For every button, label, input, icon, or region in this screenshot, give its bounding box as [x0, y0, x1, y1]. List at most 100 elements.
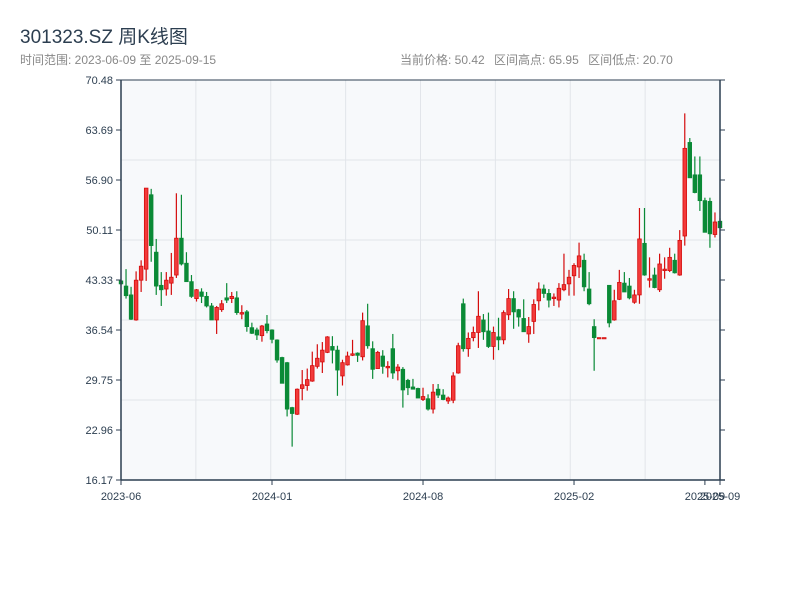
- candle-down: [410, 386, 416, 390]
- candle-down: [159, 284, 164, 291]
- candle-up: [143, 187, 149, 270]
- candle-down: [264, 323, 270, 332]
- candle-down: [234, 297, 239, 313]
- candle-down: [284, 362, 290, 410]
- candle-up: [596, 337, 602, 340]
- candle-down: [581, 259, 587, 288]
- candle-up: [612, 300, 617, 321]
- candle-up: [305, 379, 310, 386]
- candle-down: [440, 394, 446, 400]
- candle-down: [672, 259, 677, 274]
- candle-down: [425, 398, 431, 410]
- candle-up: [345, 355, 350, 366]
- candle-up: [682, 147, 687, 237]
- candle-up: [566, 276, 572, 285]
- candle-up: [617, 281, 622, 300]
- candle-up: [471, 332, 476, 339]
- candle-down: [204, 295, 209, 307]
- candle-down: [335, 349, 340, 371]
- candle-down: [249, 327, 255, 334]
- candle-up: [536, 288, 541, 302]
- candle-up: [310, 365, 315, 382]
- candle-down: [697, 174, 703, 202]
- candle-down: [707, 200, 713, 235]
- candle-up: [445, 397, 451, 402]
- candle-up: [451, 375, 456, 401]
- candle-up: [602, 337, 607, 340]
- candle-up: [526, 326, 531, 335]
- y-tick-label: 50.11: [86, 225, 113, 237]
- candle-down: [370, 348, 375, 370]
- candle-down: [415, 388, 421, 399]
- candle-up: [169, 276, 174, 284]
- candle-up: [456, 345, 461, 374]
- candle-up: [214, 307, 219, 321]
- candle-up: [133, 279, 139, 321]
- candle-up: [239, 312, 245, 315]
- candle-up: [350, 353, 355, 356]
- candle-up: [315, 357, 320, 367]
- candle-up: [395, 366, 401, 372]
- candlestick-chart: 70.48 63.69 56.90 50.11 43.33 36.54 29.75 22.96…: [85, 75, 740, 503]
- candle-down: [496, 336, 501, 341]
- candle-up: [294, 388, 300, 415]
- y-tick-label: 36.54: [85, 325, 113, 337]
- candle-down: [405, 379, 411, 389]
- candle-down: [591, 326, 597, 339]
- candle-down: [521, 318, 526, 333]
- candle-down: [209, 305, 214, 321]
- candle-up: [576, 255, 582, 268]
- candle-up: [662, 268, 667, 272]
- candle-up: [360, 320, 365, 358]
- candle-down: [199, 291, 204, 297]
- candle-down: [541, 288, 547, 294]
- candle-down: [355, 352, 360, 356]
- candle-down: [627, 285, 632, 299]
- candle-up: [531, 304, 536, 322]
- candle-up: [712, 221, 718, 235]
- candle-down: [702, 200, 708, 233]
- candle-up: [667, 256, 672, 272]
- candle-down: [274, 339, 280, 361]
- candle-down: [586, 288, 592, 305]
- candle-up: [430, 391, 436, 410]
- y-tick-label: 29.75: [85, 375, 113, 387]
- candle-up: [138, 265, 144, 281]
- candle-down: [365, 325, 370, 347]
- y-tick-label: 70.48: [85, 75, 113, 87]
- candle-down: [622, 282, 627, 293]
- candle-down: [289, 407, 295, 414]
- candle-down: [642, 242, 647, 276]
- x-tick-label: 2023-06: [101, 491, 141, 503]
- candle-down: [279, 357, 285, 384]
- candle-down: [511, 298, 516, 313]
- candle-up: [164, 279, 169, 290]
- candle-down: [179, 237, 184, 265]
- candle-up: [375, 351, 380, 369]
- candle-down: [652, 274, 657, 288]
- candle-up: [229, 295, 234, 299]
- candle-down: [400, 368, 406, 391]
- candle-up: [174, 237, 179, 276]
- candle-down: [516, 309, 521, 318]
- candle-down: [128, 294, 134, 320]
- candle-up: [551, 296, 557, 299]
- candle-up: [420, 396, 426, 400]
- candle-down: [692, 174, 698, 193]
- candle-down: [184, 262, 189, 283]
- candle-up: [194, 289, 199, 299]
- candle-up: [219, 303, 224, 311]
- candle-up: [677, 240, 682, 276]
- candle-up: [571, 265, 577, 277]
- candle-down: [481, 319, 486, 333]
- candle-down: [687, 142, 692, 179]
- candle-up: [506, 298, 511, 316]
- x-tick-label: 2025-09: [700, 491, 740, 503]
- candle-down: [224, 297, 229, 301]
- candle-up: [300, 384, 305, 389]
- y-tick-label: 43.33: [85, 275, 113, 287]
- candle-down: [461, 303, 466, 350]
- y-tick-label: 16.17: [85, 475, 113, 487]
- candle-up: [325, 336, 330, 353]
- candle-down: [607, 284, 612, 324]
